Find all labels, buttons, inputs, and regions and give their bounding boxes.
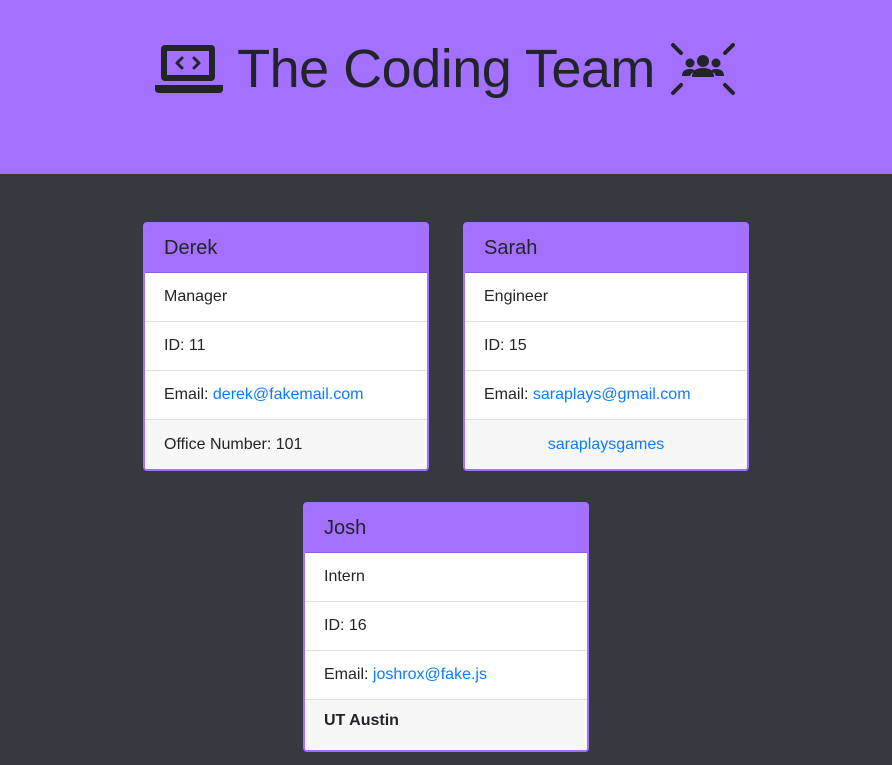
card-email-link[interactable]: saraplays@gmail.com — [533, 386, 691, 404]
card-email-row: Email: saraplays@gmail.com — [465, 371, 747, 420]
card-role: Engineer — [465, 273, 747, 322]
header-title-row: The Coding Team — [0, 34, 892, 104]
page-title: The Coding Team — [237, 39, 655, 99]
employee-card-manager: Derek Manager ID: 11 Email: derek@fakema… — [143, 222, 429, 471]
team-icon — [667, 39, 739, 99]
card-school: UT Austin — [305, 700, 587, 750]
card-email-row: Email: derek@fakemail.com — [145, 371, 427, 420]
card-id: ID: 11 — [145, 322, 427, 371]
card-email-link[interactable]: derek@fakemail.com — [213, 386, 364, 404]
card-email-link[interactable]: joshrox@fake.js — [373, 666, 487, 684]
card-email-label: Email: — [484, 386, 533, 403]
laptop-code-icon — [153, 39, 225, 99]
card-email-label: Email: — [164, 386, 213, 403]
page-header: The Coding Team — [0, 0, 892, 174]
employee-card-intern: Josh Intern ID: 16 Email: joshrox@fake.j… — [303, 502, 589, 752]
card-email-label: Email: — [324, 666, 373, 683]
card-header-name: Derek — [145, 224, 427, 273]
card-id: ID: 16 — [305, 602, 587, 651]
card-header-name: Sarah — [465, 224, 747, 273]
card-role: Manager — [145, 273, 427, 322]
card-github-link[interactable]: saraplaysgames — [548, 436, 665, 454]
card-office-number: Office Number: 101 — [145, 420, 427, 469]
employee-card-engineer: Sarah Engineer ID: 15 Email: saraplays@g… — [463, 222, 749, 471]
card-header-name: Josh — [305, 504, 587, 553]
card-github-row: saraplaysgames — [465, 420, 747, 469]
card-role: Intern — [305, 553, 587, 602]
card-email-row: Email: joshrox@fake.js — [305, 651, 587, 700]
card-id: ID: 15 — [465, 322, 747, 371]
